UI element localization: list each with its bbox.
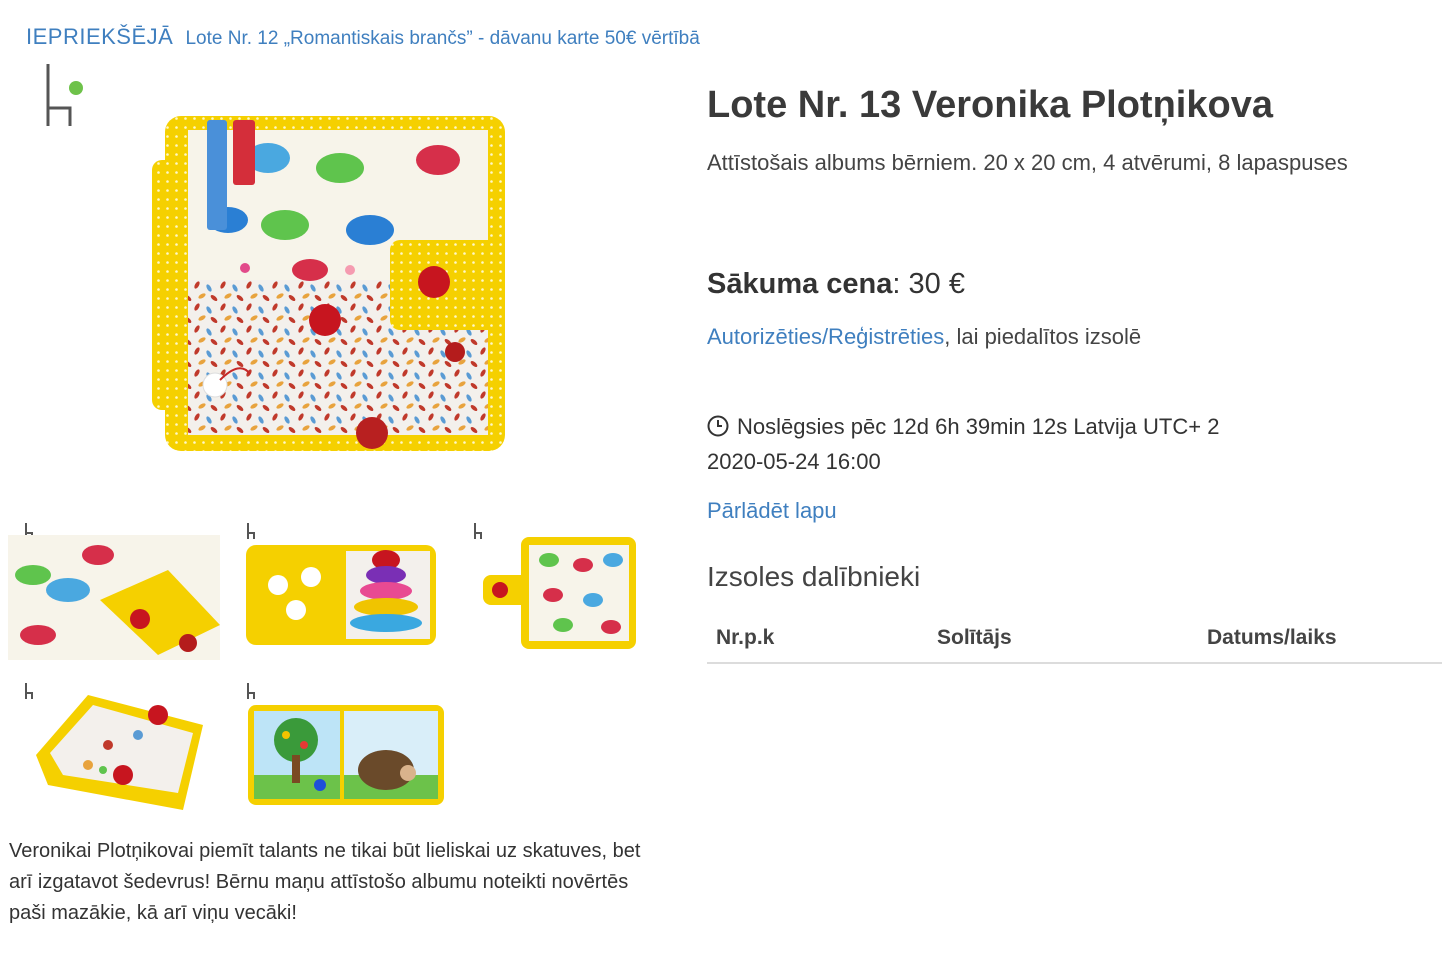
- price-label: Sākuma cena: [707, 268, 893, 300]
- starting-price: Sākuma cena: 30 €: [707, 268, 965, 300]
- countdown-text: Noslēgsies pēc 12d 6h 39min 12s Latvija …: [737, 414, 1220, 439]
- column-header-datetime: Datums/laiks: [1198, 622, 1442, 664]
- price-value: 30 €: [908, 268, 965, 300]
- clock-icon: [707, 412, 729, 437]
- brand-logo-icon: [46, 64, 83, 126]
- login-register-link[interactable]: Autorizēties/Reģistrēties: [707, 324, 944, 349]
- bidders-table: Nr.p.k Solītājs Datums/laiks: [707, 622, 1442, 664]
- previous-keyword: IEPRIEKŠĒJĀ: [26, 24, 174, 49]
- auth-suffix: , lai piedalītos izsolē: [944, 324, 1142, 349]
- thumbnail-3[interactable]: [463, 515, 675, 665]
- main-product-image[interactable]: [10, 60, 650, 480]
- reload-page-link[interactable]: Pārlādēt lapu: [707, 498, 837, 524]
- previous-lot-link[interactable]: IEPRIEKŠĒJĀ Lote Nr. 12 „Romantiskais br…: [26, 24, 700, 50]
- bidders-heading: Izsoles dalībnieki: [707, 561, 921, 592]
- auth-prompt: Autorizēties/Reģistrēties, lai piedalīto…: [707, 324, 1141, 350]
- thumbnail-5[interactable]: [236, 675, 448, 825]
- lot-subtitle: Attīstošais albums bērniem. 20 x 20 cm, …: [707, 150, 1348, 175]
- lot-description: Veronikai Plotņikovai piemīt talants ne …: [9, 840, 641, 924]
- thumbnail-4[interactable]: [8, 675, 220, 825]
- column-header-number: Nr.p.k: [707, 622, 928, 664]
- lot-title: Lote Nr. 13 Veronika Plotņikova: [707, 84, 1273, 126]
- column-header-bidder: Solītājs: [928, 622, 1198, 664]
- auction-countdown: Noslēgsies pēc 12d 6h 39min 12s Latvija …: [707, 409, 1219, 479]
- thumbnail-2[interactable]: [236, 515, 448, 665]
- end-datetime: 2020-05-24 16:00: [707, 449, 881, 474]
- table-header-row: Nr.p.k Solītājs Datums/laiks: [707, 622, 1442, 664]
- previous-lot-title: Lote Nr. 12 „Romantiskais brančs” - dāva…: [185, 28, 700, 49]
- thumbnail-1[interactable]: [8, 515, 220, 665]
